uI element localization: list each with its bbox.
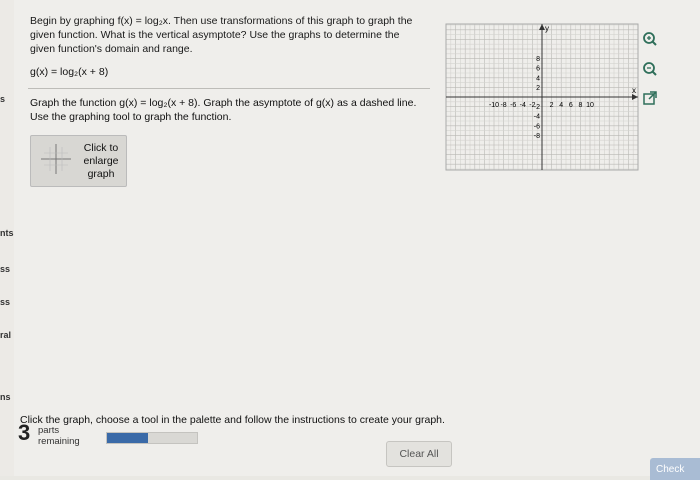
x-axis-label: x (632, 86, 636, 95)
zoom-out-icon[interactable] (641, 60, 659, 78)
y-tick-label: 2 (536, 85, 540, 92)
zoom-in-icon[interactable] (641, 30, 659, 48)
clear-all-button[interactable]: Clear All (386, 441, 452, 467)
sidebar-fragment: ns (0, 392, 11, 402)
y-tick-label: -8 (534, 133, 540, 140)
x-tick-label: 6 (569, 102, 573, 109)
y-tick-label: -6 (534, 123, 540, 130)
x-tick-label: -6 (510, 102, 516, 109)
x-tick-label: -10 (489, 102, 499, 109)
sidebar-fragment: s (0, 94, 6, 104)
question-panel: Begin by graphing f(x) = log₂x. Then use… (14, 0, 700, 476)
crosshair-icon (41, 144, 71, 174)
external-link-icon[interactable] (641, 89, 659, 107)
graph-instruction: Graph the function g(x) = log₂(x + 8). G… (30, 97, 417, 123)
x-tick-label: 4 (559, 102, 563, 109)
enlarge-graph-button[interactable]: Click to enlarge graph (30, 135, 127, 187)
question-intro: Begin by graphing f(x) = log₂x. Then use… (30, 15, 413, 55)
parts-remaining-count: 3 (18, 420, 31, 445)
sidebar-fragment: ss (0, 264, 11, 274)
sidebar-fragment: nts (0, 228, 14, 238)
check-answer-button[interactable]: Check (650, 458, 700, 480)
y-tick-label: 4 (536, 75, 540, 82)
sidebar-fragment: ral (0, 330, 12, 340)
x-tick-label: 8 (578, 102, 582, 109)
y-axis-label: y (545, 24, 549, 33)
divider (28, 88, 430, 89)
y-tick-label: 6 (536, 66, 540, 73)
sidebar-fragment: ss (0, 297, 11, 307)
coordinate-graph[interactable]: x y -10 -8 -6 -4 -2 2 4 6 8 10 8642-2-4-6-8 (444, 22, 640, 172)
x-tick-labels: -10 -8 -6 -4 -2 2 4 6 8 10 (489, 102, 594, 109)
left-sidebar-strip: s nts ss ss ral ns (0, 0, 14, 476)
y-tick-label: -4 (534, 114, 540, 121)
y-tick-label: 8 (536, 56, 540, 63)
progress-fill (107, 433, 148, 443)
x-tick-label: 2 (550, 102, 554, 109)
progress-bar (106, 432, 198, 444)
x-tick-label: -8 (500, 102, 506, 109)
y-tick-label: -2 (534, 104, 540, 111)
enlarge-graph-label: Click to enlarge graph (83, 142, 119, 180)
x-tick-label: 10 (586, 102, 594, 109)
function-label: g(x) = log₂(x + 8) (30, 66, 109, 78)
x-tick-label: -4 (520, 102, 526, 109)
parts-remaining-label: parts remaining (38, 425, 80, 447)
